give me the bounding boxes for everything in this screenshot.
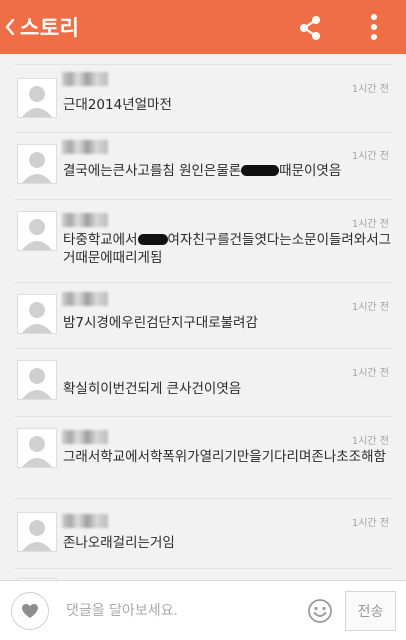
comment-text-segment: 때문이엿음 — [279, 163, 342, 179]
comment-text-segment: 타중학교에서 — [63, 232, 138, 248]
comment-item: 1시간 전 그래서학교에서학폭위가열리기만을기다리며존나초조해함 — [0, 416, 406, 496]
comment-time: 1시간 전 — [351, 368, 389, 379]
avatar — [17, 211, 57, 251]
back-button[interactable]: 스토리 — [4, 12, 79, 42]
avatar — [17, 78, 57, 118]
comment-item: 1시간 전 근대2014년얼마전 — [0, 64, 406, 124]
default-avatar-icon — [18, 79, 56, 117]
avatar — [17, 294, 57, 334]
redaction-mark — [241, 165, 280, 176]
share-icon — [300, 16, 320, 40]
smiley-icon — [308, 599, 332, 623]
avatar — [17, 144, 57, 184]
default-avatar-icon — [18, 212, 56, 250]
comment-time: 1시간 전 — [351, 302, 389, 313]
share-button[interactable] — [296, 14, 324, 42]
like-button[interactable] — [11, 592, 49, 630]
default-avatar-icon — [18, 145, 56, 183]
comment-time: 1시간 전 — [351, 436, 389, 447]
blurred-nickname — [62, 72, 108, 86]
comment-text-segment: 존나오래걸리는거임 — [63, 535, 175, 551]
divider — [14, 282, 392, 283]
blurred-nickname — [62, 430, 108, 444]
comment-time: 1시간 전 — [351, 518, 389, 529]
divider — [14, 64, 392, 65]
comment-item: 1시간 전 확실히이번건되게 큰사건이엿음 — [0, 348, 406, 408]
avatar — [17, 360, 57, 400]
comment-input[interactable] — [58, 593, 298, 629]
divider — [14, 132, 392, 133]
comment-item: 1시간 전 밤7시경에우린검단지구대로불려감 — [0, 282, 406, 342]
heart-icon — [22, 604, 38, 618]
comment-item: 1시간 전 존나오래걸리는거임 — [0, 498, 406, 566]
comment-item: 1시간 전 결국에는큰사고를침 원인은물론 때문이엿음 — [0, 132, 406, 192]
chevron-left-icon — [5, 18, 15, 36]
comment-list[interactable]: 1시간 전 근대2014년얼마전 1시간 전 결국에는큰사고를침 원인은물론 때문… — [0, 54, 406, 580]
blurred-nickname — [62, 213, 108, 227]
avatar — [17, 428, 57, 468]
comment-item: 1시간 전 타중학교에서 여자친구를건들엿다는소문이들려와서그거때문에때리게됨 — [0, 199, 406, 279]
comment-text-segment: 밤7시경에우린검단지구대로불려감 — [63, 315, 258, 331]
comment-text: 밤7시경에우린검단지구대로불려감 — [63, 314, 392, 332]
comment-bar: 전송 — [0, 580, 406, 640]
blurred-nickname — [62, 292, 108, 306]
comment-text-segment: 그래서학교에서학폭위가열리기만을기다리며존나초조해함 — [63, 449, 386, 465]
comment-text: 그래서학교에서학폭위가열리기만을기다리며존나초조해함 — [63, 448, 392, 466]
blurred-nickname — [62, 514, 108, 528]
comment-text: 확실히이번건되게 큰사건이엿음 — [63, 380, 392, 398]
comment-time: 1시간 전 — [351, 84, 389, 95]
divider — [14, 348, 392, 349]
avatar — [17, 512, 57, 552]
comment-text: 결국에는큰사고를침 원인은물론 때문이엿음 — [63, 162, 392, 180]
comment-text-segment: 결국에는큰사고를침 원인은물론 — [63, 163, 242, 179]
default-avatar-icon — [18, 513, 56, 551]
comment-text: 타중학교에서 여자친구를건들엿다는소문이들려와서그거때문에때리게됨 — [63, 231, 392, 267]
divider — [14, 498, 392, 499]
divider — [14, 416, 392, 417]
divider — [14, 568, 392, 569]
divider — [14, 199, 392, 200]
default-avatar-icon — [18, 295, 56, 333]
comment-text-segment: 확실히이번건되게 큰사건이엿음 — [63, 381, 242, 397]
emoji-button[interactable] — [307, 598, 333, 624]
comment-text-segment: 근대2014년얼마전 — [63, 97, 172, 113]
default-avatar-icon — [18, 361, 56, 399]
more-options-button[interactable] — [364, 12, 384, 42]
comment-text: 존나오래걸리는거임 — [63, 534, 392, 552]
comment-time: 1시간 전 — [351, 219, 389, 230]
more-vertical-icon — [371, 14, 377, 40]
page-title: 스토리 — [20, 16, 80, 40]
send-button[interactable]: 전송 — [345, 591, 396, 631]
app-bar: 스토리 — [0, 0, 406, 54]
default-avatar-icon — [18, 429, 56, 467]
comment-item-partial — [0, 568, 406, 580]
blurred-nickname — [62, 140, 108, 154]
comment-time: 1시간 전 — [351, 151, 389, 162]
comment-text: 근대2014년얼마전 — [63, 96, 392, 114]
redaction-mark — [137, 234, 168, 245]
